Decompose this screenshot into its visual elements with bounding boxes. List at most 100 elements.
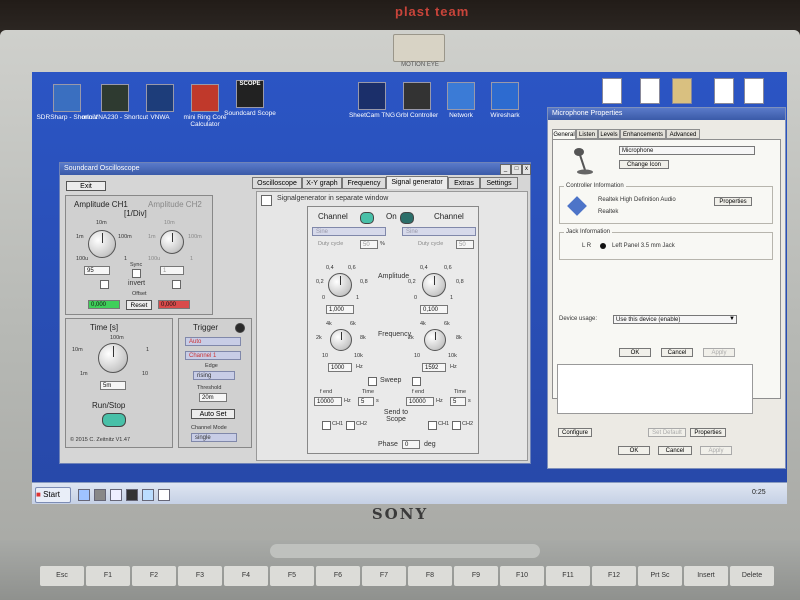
channel-mode-select[interactable]: single <box>191 433 237 442</box>
send-right-ch1-checkbox[interactable] <box>428 421 437 430</box>
reset-button[interactable]: Reset <box>126 300 152 310</box>
change-icon-button[interactable]: Change Icon <box>619 160 669 169</box>
sound-cancel-button[interactable]: Cancel <box>658 446 692 455</box>
channel-right-toggle[interactable] <box>400 212 414 224</box>
waveform-left-select[interactable]: Sine <box>312 227 386 236</box>
taskbar-item-window-icon[interactable] <box>110 489 122 501</box>
trigger-mode-select[interactable]: Auto <box>185 337 241 346</box>
taskbar-item-explorer-icon[interactable] <box>78 489 90 501</box>
edge-select[interactable]: rising <box>193 371 235 380</box>
amplitude-right-field[interactable]: 0,100 <box>420 305 448 314</box>
threshold-field[interactable]: 20m <box>199 393 227 402</box>
configure-button[interactable]: Configure <box>558 428 592 437</box>
fend-right-field[interactable]: 10000 <box>406 397 434 406</box>
time-field[interactable]: 5m <box>100 381 126 390</box>
desktop-icon[interactable]: Wireshark <box>470 82 540 119</box>
device-name-field[interactable]: Microphone <box>619 146 755 155</box>
duty-left-label: Duty cycle <box>318 241 344 247</box>
trigger-channel-select[interactable]: Channel 1 <box>185 351 241 360</box>
amplitude-right-knob[interactable] <box>422 273 446 297</box>
sweep-time-left-unit: s <box>376 398 379 404</box>
tab-enhancements[interactable]: Enhancements <box>620 129 666 139</box>
frequency-right-knob[interactable] <box>424 329 446 351</box>
waveform-right-select[interactable]: Sine <box>402 227 476 236</box>
tab-oscilloscope[interactable]: Oscilloscope <box>252 177 302 189</box>
sweep-time-right-field[interactable]: 5 <box>450 397 466 406</box>
sound-apply-button[interactable]: Apply <box>700 446 732 455</box>
send-right-ch2-checkbox[interactable] <box>452 421 461 430</box>
mic-apply-button[interactable]: Apply <box>703 348 735 357</box>
channel-left-toggle[interactable] <box>360 212 374 224</box>
freq-right-scale-mr: 8k <box>456 335 462 341</box>
taskbar-item-scope-icon[interactable] <box>126 489 138 501</box>
sync-checkbox[interactable] <box>132 269 141 278</box>
fend-left-field[interactable]: 10000 <box>314 397 342 406</box>
amplitude-left-field[interactable]: 1,000 <box>326 305 354 314</box>
duty-left-field[interactable]: 50 <box>360 240 378 249</box>
tab-xy-graph[interactable]: X-Y graph <box>302 177 342 189</box>
time-knob[interactable] <box>98 343 128 373</box>
separate-window-label: Signalgenerator in separate window <box>277 195 389 202</box>
ch2-amplitude-field[interactable]: 1 <box>160 266 184 275</box>
set-default-button[interactable]: Set Default <box>648 428 686 437</box>
keyboard-key: F9 <box>454 566 498 586</box>
taskbar-item-monitor-icon[interactable] <box>94 489 106 501</box>
amplitude-ch1-knob[interactable] <box>88 230 116 258</box>
document-icon[interactable] <box>602 78 622 104</box>
tab-settings[interactable]: Settings <box>480 177 518 189</box>
send-left-ch2-checkbox[interactable] <box>346 421 355 430</box>
document-icon[interactable] <box>714 78 734 104</box>
ch1-amplitude-field[interactable]: 95 <box>84 266 110 275</box>
minimize-button[interactable]: _ <box>500 164 511 175</box>
sound-properties-button[interactable]: Properties <box>690 428 726 437</box>
controller-properties-button[interactable]: Properties <box>714 197 752 206</box>
runstop-button[interactable] <box>102 413 126 427</box>
sweep-time-left-field[interactable]: 5 <box>358 397 374 406</box>
separate-window-checkbox[interactable] <box>261 195 272 206</box>
model-sticker: MOTION EYE <box>401 62 439 68</box>
invert-ch2-checkbox[interactable] <box>172 280 181 289</box>
sweep-right-checkbox[interactable] <box>412 377 421 386</box>
mic-cancel-button[interactable]: Cancel <box>661 348 693 357</box>
desktop-icon[interactable]: SCOPE Soundcard Scope <box>215 80 285 117</box>
start-button[interactable]: ■ Start <box>35 487 71 503</box>
document-icon[interactable] <box>744 78 764 104</box>
ch2-scale-top: 10m <box>164 220 175 226</box>
tab-general[interactable]: General <box>552 129 576 139</box>
tab-frequency[interactable]: Frequency <box>342 177 386 189</box>
phase-field[interactable]: 0 <box>402 440 420 449</box>
auto-set-button[interactable]: Auto Set <box>191 409 235 419</box>
tab-levels[interactable]: Levels <box>598 129 620 139</box>
taskbar-item-document-icon[interactable] <box>158 489 170 501</box>
offset-ch1-field[interactable]: 0,000 <box>88 300 120 309</box>
maximize-button[interactable]: □ <box>511 164 522 175</box>
send-left-ch1-checkbox[interactable] <box>322 421 331 430</box>
keyboard-key: Delete <box>730 566 774 586</box>
offset-ch2-field[interactable]: 0,000 <box>158 300 190 309</box>
tab-advanced[interactable]: Advanced <box>666 129 700 139</box>
send-to-scope-label: Send to Scope <box>383 409 409 423</box>
exit-button[interactable]: Exit <box>66 181 106 191</box>
amp-left-scale-tl: 0,4 <box>326 265 334 271</box>
taskbar-item-app-icon[interactable] <box>142 489 154 501</box>
mic-ok-button[interactable]: OK <box>619 348 651 357</box>
amplitude-ch2-knob[interactable] <box>160 230 184 254</box>
invert-ch1-checkbox[interactable] <box>100 280 109 289</box>
close-button[interactable]: x <box>522 164 531 175</box>
document-icon[interactable] <box>672 78 692 104</box>
keyboard-key: F2 <box>132 566 176 586</box>
frequency-left-field[interactable]: 1000 <box>328 363 352 372</box>
duty-right-field[interactable]: 50 <box>456 240 474 249</box>
document-icon[interactable] <box>640 78 660 104</box>
frequency-right-field[interactable]: 1592 <box>422 363 446 372</box>
frequency-left-knob[interactable] <box>330 329 352 351</box>
sweep-left-checkbox[interactable] <box>368 377 377 386</box>
device-usage-select[interactable]: Use this device (enable) <box>613 315 737 324</box>
frequency-right-unit: Hz <box>450 364 457 370</box>
siggen-controls: Channel On Channel Sine Sine Duty cycle … <box>307 206 479 454</box>
tab-listen[interactable]: Listen <box>576 129 598 139</box>
sound-ok-button[interactable]: OK <box>618 446 650 455</box>
amplitude-left-knob[interactable] <box>328 273 352 297</box>
tab-signal-generator[interactable]: Signal generator <box>386 176 448 189</box>
tab-extras[interactable]: Extras <box>448 177 480 189</box>
